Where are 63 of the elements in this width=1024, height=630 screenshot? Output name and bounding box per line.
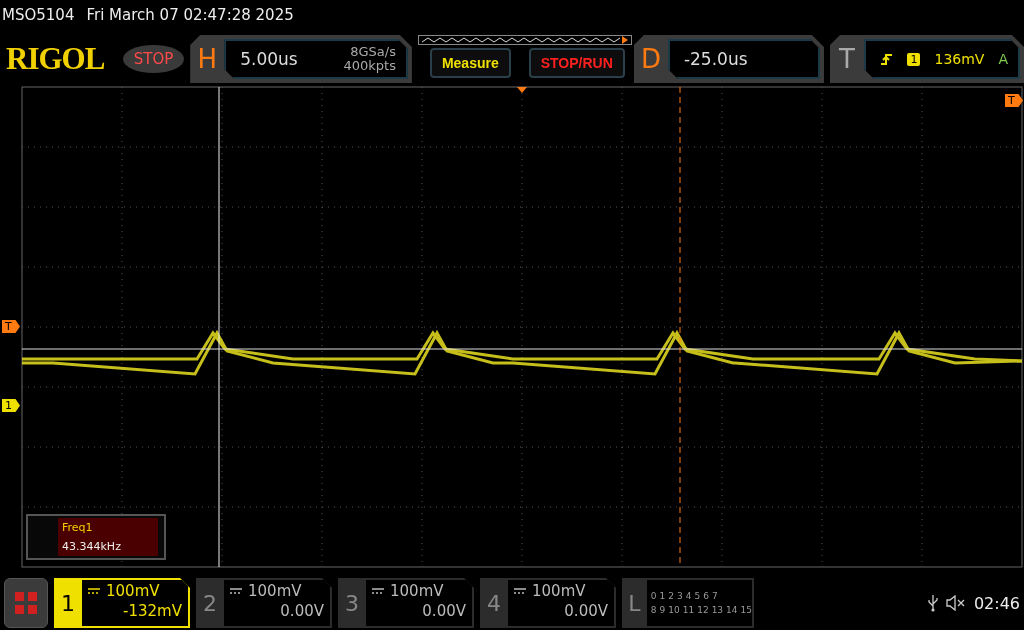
model-name: MSO5104 [2, 6, 75, 24]
channel-tab[interactable]: 3 100mV 0.00V [338, 578, 474, 628]
date-time: Fri March 07 02:47:28 2025 [86, 6, 294, 24]
channel-offset: 0.00V [280, 601, 324, 621]
channel-offset: 0.00V [422, 601, 466, 621]
logic-channel-number: 7 [711, 591, 718, 601]
stop-run-button[interactable]: STOP/RUN [528, 48, 625, 78]
dc-coupling-icon [372, 588, 384, 594]
muted-speaker-icon[interactable] [945, 595, 966, 611]
delay-panel[interactable]: D -25.0us [633, 35, 824, 83]
channel-number: 3 [344, 589, 360, 618]
trigger-panel[interactable]: T 1 136mV A [829, 35, 1024, 83]
channel-tab[interactable]: 4 100mV 0.00V [480, 578, 616, 628]
logic-channel-number: 5 [694, 591, 701, 601]
channel-number: 4 [486, 589, 502, 618]
center-marker-icon [517, 87, 527, 93]
logic-channel-number: 8 [650, 605, 657, 615]
logic-channel-number: 2 [668, 591, 674, 601]
channel-scale: 100mV [390, 581, 444, 601]
trigger-position-marker[interactable]: T [1005, 94, 1023, 107]
channel-scale: 100mV [248, 581, 302, 601]
logic-channel-number: 0 [650, 591, 657, 601]
rising-edge-icon [881, 53, 894, 65]
horizontal-panel[interactable]: H 5.00us 8GSa/s 400kpts [190, 35, 412, 83]
logic-channel-number: 12 [697, 605, 709, 615]
channel-tab[interactable]: 2 100mV 0.00V [196, 578, 332, 628]
logic-label: L [627, 589, 642, 618]
logic-channel-number: 15 [740, 605, 752, 615]
channel-scale: 100mV [532, 581, 586, 601]
clock-time: 02:46 [973, 593, 1020, 613]
logic-channel-number: 6 [703, 591, 709, 601]
channel-offset: 0.00V [564, 601, 608, 621]
cursor-line[interactable] [218, 87, 220, 567]
dc-coupling-icon [88, 588, 100, 594]
channel-marker[interactable]: 1 [2, 399, 20, 412]
logic-channel-number: 3 [677, 591, 683, 601]
brand-logo: RIGOL [6, 41, 106, 77]
channel-number: 1 [60, 589, 76, 618]
channel-scale: 100mV [106, 581, 160, 601]
trigger-mode: A [998, 51, 1008, 67]
logic-channel-number: 11 [682, 605, 695, 615]
trigger-level: 136mV [934, 51, 985, 67]
dc-coupling-icon [230, 588, 242, 594]
measurement-value: 43.344kHz [62, 540, 122, 553]
trigger-level-marker[interactable]: T [2, 320, 20, 333]
logic-channel-number: 9 [659, 605, 666, 615]
run-state: STOP [122, 45, 185, 73]
logic-tab[interactable]: L 0 1 2 3 4 5 6 7 8 9 10 11 12 13 14 15 [622, 578, 754, 628]
logic-channel-number: 4 [685, 591, 692, 601]
logic-channel-number: 10 [668, 605, 680, 615]
channel-offset: -132mV [123, 601, 182, 621]
trigger-source: 1 [907, 52, 921, 66]
dc-coupling-icon [514, 588, 526, 594]
grid-icon [15, 592, 37, 614]
logic-channel-number: 13 [711, 605, 724, 615]
channel-tab[interactable]: 1 100mV -132mV [54, 578, 190, 628]
measurement-name: Freq1 [62, 521, 94, 534]
logic-channel-number: 1 [659, 591, 666, 601]
logic-channel-number: 14 [726, 605, 738, 615]
menu-button[interactable] [4, 578, 48, 628]
usb-icon [927, 594, 938, 612]
measure-button[interactable]: Measure [429, 48, 511, 78]
channel-number: 2 [202, 589, 218, 618]
